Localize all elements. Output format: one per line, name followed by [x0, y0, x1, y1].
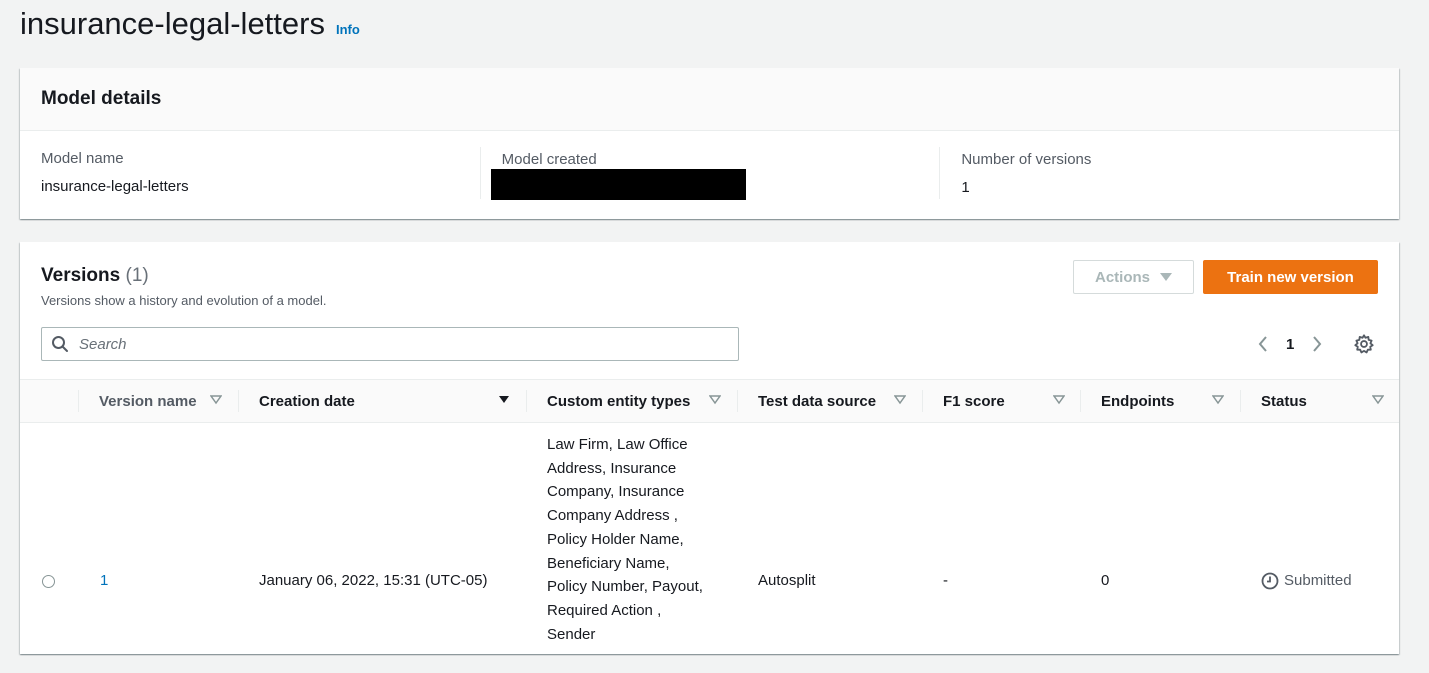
train-new-version-button[interactable]: Train new version — [1203, 260, 1378, 294]
column-label: F1 score — [943, 392, 1005, 410]
info-link[interactable]: Info — [336, 22, 360, 37]
clock-icon — [1261, 572, 1279, 590]
model-created-redacted — [490, 169, 746, 200]
entity-line: Address, Insurance — [547, 459, 677, 477]
versions-panel: Versions (1) Versions show a history and… — [20, 242, 1399, 654]
status-text: Submitted — [1284, 572, 1352, 589]
table-header: Version name Creation date Custom entity… — [20, 379, 1399, 423]
page-title: insurance-legal-letters — [20, 6, 325, 41]
custom-entity-types-cell: Law Firm, Law Office Address, Insurance … — [547, 433, 703, 646]
search-box[interactable] — [41, 327, 739, 361]
row-select-radio[interactable] — [42, 575, 55, 588]
train-new-version-label: Train new version — [1227, 268, 1354, 286]
sort-icon — [894, 395, 906, 405]
model-details-panel: Model details Model name insurance-legal… — [20, 68, 1399, 219]
entity-line: Policy Holder Name, — [547, 530, 684, 548]
number-of-versions-value: 1 — [961, 179, 970, 196]
entity-line: Policy Number, Payout, — [547, 578, 703, 596]
column-header-test-data-source[interactable]: Test data source — [737, 380, 922, 422]
sort-icon — [210, 395, 222, 405]
actions-button[interactable]: Actions — [1073, 260, 1194, 294]
previous-page-button[interactable] — [1252, 332, 1274, 356]
column-label: Endpoints — [1101, 392, 1175, 410]
creation-date-cell: January 06, 2022, 15:31 (UTC-05) — [259, 572, 488, 589]
entity-line: Company Address , — [547, 507, 678, 525]
number-of-versions-label: Number of versions — [961, 151, 1092, 168]
current-page-number[interactable]: 1 — [1286, 336, 1294, 353]
versions-header: Versions (1) Versions show a history and… — [41, 264, 326, 308]
table-row: 1 January 06, 2022, 15:31 (UTC-05) Law F… — [20, 423, 1399, 655]
chevron-left-icon — [1258, 336, 1267, 352]
column-header-custom-entity-types[interactable]: Custom entity types — [526, 380, 737, 422]
versions-description: Versions show a history and evolution of… — [41, 293, 327, 308]
endpoints-cell: 0 — [1101, 572, 1110, 589]
sort-descending-icon — [499, 396, 509, 403]
version-name-link[interactable]: 1 — [100, 569, 108, 593]
versions-heading-label: Versions — [41, 265, 121, 286]
actions-button-label: Actions — [1094, 268, 1150, 286]
test-data-source-cell: Autosplit — [758, 572, 816, 589]
column-header-version-name[interactable]: Version name — [78, 380, 238, 422]
next-page-button[interactable] — [1306, 332, 1328, 356]
column-label: Status — [1261, 392, 1307, 410]
f1-score-cell: - — [943, 572, 948, 589]
entity-line: Beneficiary Name, — [547, 554, 670, 572]
search-input[interactable] — [77, 334, 738, 354]
model-created-label: Model created — [501, 151, 597, 168]
column-header-creation-date[interactable]: Creation date — [238, 380, 526, 422]
entity-line: Required Action , — [547, 601, 662, 619]
versions-count: (1) — [125, 265, 149, 286]
pagination: 1 — [1252, 332, 1328, 356]
versions-heading: Versions (1) — [41, 264, 326, 288]
model-name-value: insurance-legal-letters — [41, 178, 189, 195]
column-label: Creation date — [259, 392, 355, 410]
column-label: Test data source — [758, 392, 877, 410]
sort-icon — [1053, 395, 1065, 405]
caret-down-icon — [1160, 273, 1172, 281]
column-header-status[interactable]: Status — [1240, 380, 1399, 422]
settings-icon[interactable] — [1353, 333, 1375, 355]
versions-table: Version name Creation date Custom entity… — [20, 379, 1399, 655]
model-details-heading: Model details — [41, 88, 162, 109]
versions-count-column: Number of versions 1 — [939, 147, 1399, 199]
model-details-header: Model details — [20, 68, 1399, 131]
sort-icon — [1212, 395, 1224, 405]
sort-icon — [1372, 395, 1384, 405]
model-created-column: Model created — [479, 147, 940, 200]
entity-line: Company, Insurance — [547, 483, 685, 501]
status-cell: Submitted — [1261, 569, 1352, 593]
column-label: Custom entity types — [547, 392, 691, 410]
sort-icon — [709, 395, 721, 405]
entity-line: Law Firm, Law Office — [547, 436, 688, 453]
search-icon — [52, 336, 68, 352]
model-name-label: Model name — [41, 150, 124, 167]
chevron-right-icon — [1313, 336, 1322, 352]
column-label: Version name — [99, 392, 197, 410]
column-header-f1-score[interactable]: F1 score — [922, 380, 1080, 422]
column-header-endpoints[interactable]: Endpoints — [1080, 380, 1240, 422]
entity-line: Sender — [547, 625, 596, 643]
page-header: insurance-legal-letters Info — [20, 4, 360, 44]
model-name-column: Model name insurance-legal-letters — [20, 131, 480, 219]
